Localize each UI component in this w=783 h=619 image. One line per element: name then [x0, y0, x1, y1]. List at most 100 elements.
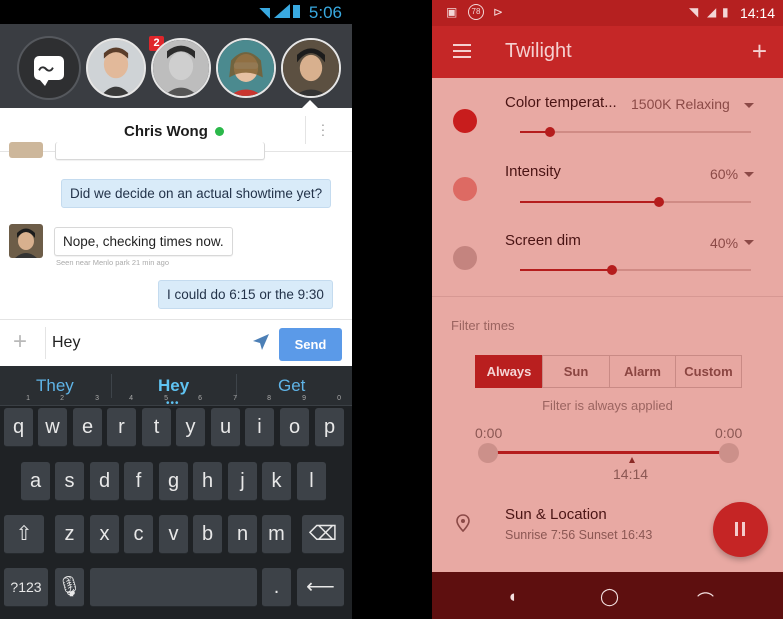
- filter-option-always[interactable]: Always: [475, 355, 543, 388]
- add-icon[interactable]: +: [752, 36, 767, 67]
- space-key[interactable]: [90, 568, 257, 607]
- key-label: i: [257, 416, 262, 438]
- backspace-key[interactable]: ⌫: [302, 515, 344, 554]
- location-title[interactable]: Sun & Location: [505, 506, 607, 523]
- end-time-handle[interactable]: [719, 443, 739, 463]
- key[interactable]: f: [124, 462, 153, 501]
- suggestion-strip: They Hey Get •••: [0, 366, 352, 409]
- pause-icon: [735, 522, 738, 536]
- more-options-icon[interactable]: · · ·: [318, 117, 328, 141]
- enter-key[interactable]: ⟵: [297, 568, 344, 607]
- home-icon[interactable]: ◯: [600, 587, 619, 607]
- chat-head-contact-3[interactable]: [216, 38, 276, 98]
- recents-icon[interactable]: ⌒: [697, 587, 714, 612]
- key[interactable]: g: [159, 462, 188, 501]
- slider-fill: [520, 201, 659, 203]
- chat-head-contact-1[interactable]: [86, 38, 146, 98]
- setting-label: Intensity: [505, 163, 561, 180]
- location-arrow-icon[interactable]: [251, 332, 271, 352]
- suggestion-item[interactable]: They: [36, 376, 74, 396]
- menu-icon[interactable]: [453, 44, 471, 58]
- messenger-phone: ◥ 5:06 2 Chris Wong ···: [0, 0, 352, 619]
- signal-icon: [274, 4, 290, 18]
- filter-option-alarm[interactable]: Alarm: [609, 355, 676, 388]
- key[interactable]: 3e: [73, 395, 102, 447]
- pause-button[interactable]: [713, 502, 768, 557]
- setting-value[interactable]: 1500K Relaxing: [631, 96, 730, 112]
- sender-avatar: [9, 142, 43, 158]
- key[interactable]: n: [228, 515, 257, 554]
- dropdown-caret-icon[interactable]: [744, 172, 754, 177]
- key-label: o: [288, 416, 301, 438]
- key[interactable]: x: [90, 515, 119, 554]
- key[interactable]: z: [55, 515, 84, 554]
- slider-thumb[interactable]: [607, 265, 617, 275]
- key[interactable]: 2w: [38, 395, 67, 447]
- key[interactable]: a: [21, 462, 50, 501]
- avatar: [283, 40, 339, 96]
- symbols-key[interactable]: ?123: [4, 568, 48, 607]
- setting-value[interactable]: 40%: [710, 235, 738, 251]
- setting-value[interactable]: 60%: [710, 166, 738, 182]
- add-attachment-icon[interactable]: +: [13, 328, 27, 356]
- dropdown-caret-icon[interactable]: [744, 103, 754, 108]
- chat-head-contact-2[interactable]: [151, 38, 211, 98]
- key[interactable]: j: [228, 462, 257, 501]
- key[interactable]: 5t: [142, 395, 171, 447]
- intensity-slider[interactable]: [520, 197, 751, 207]
- key[interactable]: 1q: [4, 395, 33, 447]
- pause-icon: [742, 522, 745, 536]
- shift-key[interactable]: ⇧: [4, 515, 44, 554]
- key[interactable]: m: [262, 515, 291, 554]
- intensity-dot: [453, 177, 477, 201]
- start-time-handle[interactable]: [478, 443, 498, 463]
- key-hint: 9: [302, 395, 306, 402]
- key[interactable]: d: [90, 462, 119, 501]
- key-hint: 4: [129, 395, 133, 402]
- avatar: [88, 40, 144, 96]
- filter-info-text: Filter is always applied: [542, 398, 673, 413]
- screen-dim-dot: [453, 246, 477, 270]
- color-temperature-slider[interactable]: [520, 127, 751, 137]
- signal-icon: ◢: [707, 5, 717, 19]
- key[interactable]: v: [159, 515, 188, 554]
- key[interactable]: 9o: [280, 395, 309, 447]
- avatar: [9, 224, 43, 258]
- back-icon[interactable]: ◖: [507, 587, 517, 607]
- key-hint: 5: [164, 395, 168, 402]
- key[interactable]: 7u: [211, 395, 240, 447]
- suggestion-item[interactable]: Get: [278, 376, 305, 396]
- key[interactable]: 8i: [245, 395, 274, 447]
- key-label: q: [12, 416, 25, 438]
- filter-option-sun[interactable]: Sun: [542, 355, 610, 388]
- screen-dim-slider[interactable]: [520, 265, 751, 275]
- key[interactable]: 4r: [107, 395, 136, 447]
- seen-receipt: Seen near Menlo park 21 min ago: [56, 258, 169, 267]
- dropdown-caret-icon[interactable]: [744, 240, 754, 245]
- key[interactable]: c: [124, 515, 153, 554]
- section-divider: [432, 296, 783, 297]
- status-bar: ▣ 78 ⊳ ◥ ◢ ▮ 14:14: [432, 0, 783, 26]
- send-button[interactable]: Send: [279, 328, 342, 361]
- period-key[interactable]: .: [262, 568, 291, 607]
- key[interactable]: h: [193, 462, 222, 501]
- key[interactable]: s: [55, 462, 84, 501]
- voice-key[interactable]: 🎙: [55, 568, 84, 607]
- messenger-button[interactable]: [19, 38, 79, 98]
- key[interactable]: b: [193, 515, 222, 554]
- key[interactable]: 6y: [176, 395, 205, 447]
- key[interactable]: 0p: [315, 395, 344, 447]
- slider-thumb[interactable]: [654, 197, 664, 207]
- chat-head-chris-wong[interactable]: [281, 38, 341, 98]
- filter-option-custom[interactable]: Custom: [675, 355, 742, 388]
- compose-divider: [45, 327, 46, 359]
- slider-thumb[interactable]: [545, 127, 555, 137]
- image-notification-icon: ▣: [446, 5, 458, 19]
- message-input[interactable]: [52, 330, 242, 356]
- avatar: [153, 40, 209, 96]
- key[interactable]: l: [297, 462, 326, 501]
- key[interactable]: k: [262, 462, 291, 501]
- setting-label: Color temperat...: [505, 94, 617, 111]
- suggestion-item[interactable]: Hey: [158, 376, 189, 396]
- time-range-track[interactable]: [490, 451, 730, 454]
